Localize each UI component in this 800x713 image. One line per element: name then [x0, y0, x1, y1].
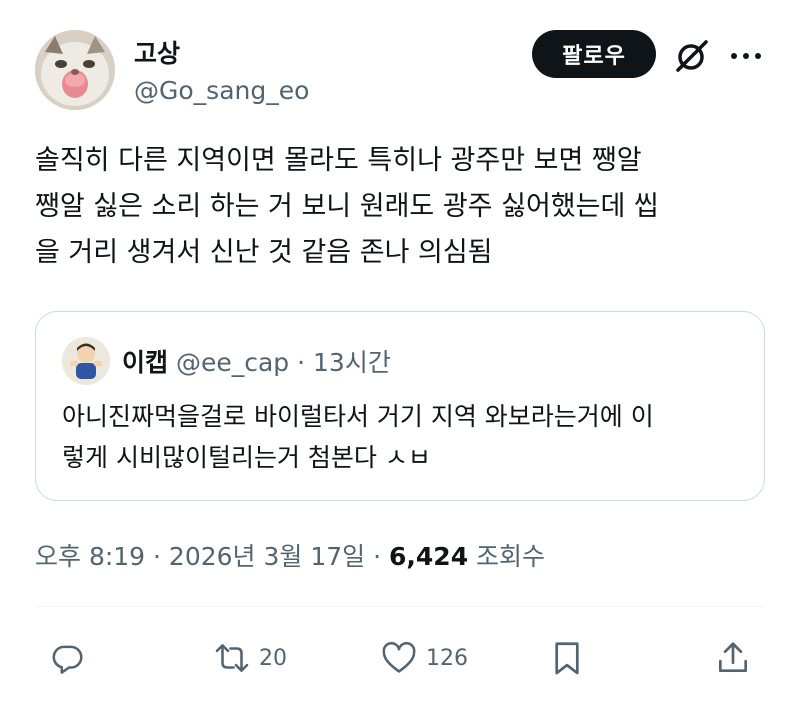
tweet-line: 솔직히 다른 지역이면 몰라도 특히나 광주만 보면 쨍알: [35, 145, 642, 176]
bookmark-icon: [555, 642, 579, 675]
reply-button[interactable]: [48, 638, 94, 678]
tweet-line: 을 거리 생겨서 신난 것 같음 존나 의심됨: [35, 237, 493, 268]
like-button[interactable]: 126: [380, 638, 468, 678]
quote-timestamp: · 13시간: [297, 348, 391, 377]
repost-count: 20: [259, 645, 287, 671]
like-count: 126: [426, 645, 468, 671]
cartoon-avatar-icon: [62, 337, 110, 385]
share-button[interactable]: [714, 638, 752, 678]
tweet-line: 쨍알 싫은 소리 하는 거 보니 원래도 광주 싫어했는데 씹: [35, 191, 659, 222]
views-label: 조회수: [468, 542, 546, 571]
quote-header: 이캡 @ee_cap · 13시간: [122, 343, 391, 379]
quoted-tweet[interactable]: 이캡 @ee_cap · 13시간 아니진짜먹을걸로 바이럴타서 거기 지역 와…: [35, 311, 765, 501]
cat-avatar-icon: [35, 30, 115, 110]
quote-text: 아니진짜먹을걸로 바이럴타서 거기 지역 와보라는거에 이 렇게 시비많이털리는…: [62, 396, 752, 478]
tweet-timestamp[interactable]: 오후 8:19 · 2026년 3월 17일 ·: [35, 542, 389, 571]
repost-icon: [215, 644, 249, 672]
quote-line: 렇게 시비많이털리는거 첨본다 ㅅㅂ: [62, 443, 431, 472]
quote-line: 아니진짜먹을걸로 바이럴타서 거기 지역 와보라는거에 이: [62, 402, 654, 431]
reply-icon: [52, 645, 83, 674]
heart-icon: [382, 641, 416, 673]
quote-author-handle[interactable]: @ee_cap: [176, 348, 289, 377]
repost-button[interactable]: 20: [213, 638, 287, 678]
grok-slash-icon[interactable]: [672, 36, 712, 76]
author-avatar[interactable]: [35, 30, 115, 110]
more-dots-icon[interactable]: [726, 36, 766, 76]
tweet-meta: 오후 8:19 · 2026년 3월 17일 · 6,424 조회수: [35, 537, 545, 573]
bookmark-button[interactable]: [548, 638, 586, 678]
views-count: 6,424: [389, 542, 469, 571]
quote-author-name[interactable]: 이캡: [122, 348, 168, 377]
quote-avatar: [62, 337, 110, 385]
author-name[interactable]: 고상: [134, 34, 180, 70]
follow-button[interactable]: 팔로우: [532, 30, 656, 78]
divider: [35, 606, 765, 607]
tweet-text: 솔직히 다른 지역이면 몰라도 특히나 광주만 보면 쨍알 쨍알 싫은 소리 하…: [35, 138, 770, 276]
share-icon: [718, 642, 748, 673]
author-handle[interactable]: @Go_sang_eo: [134, 76, 309, 105]
